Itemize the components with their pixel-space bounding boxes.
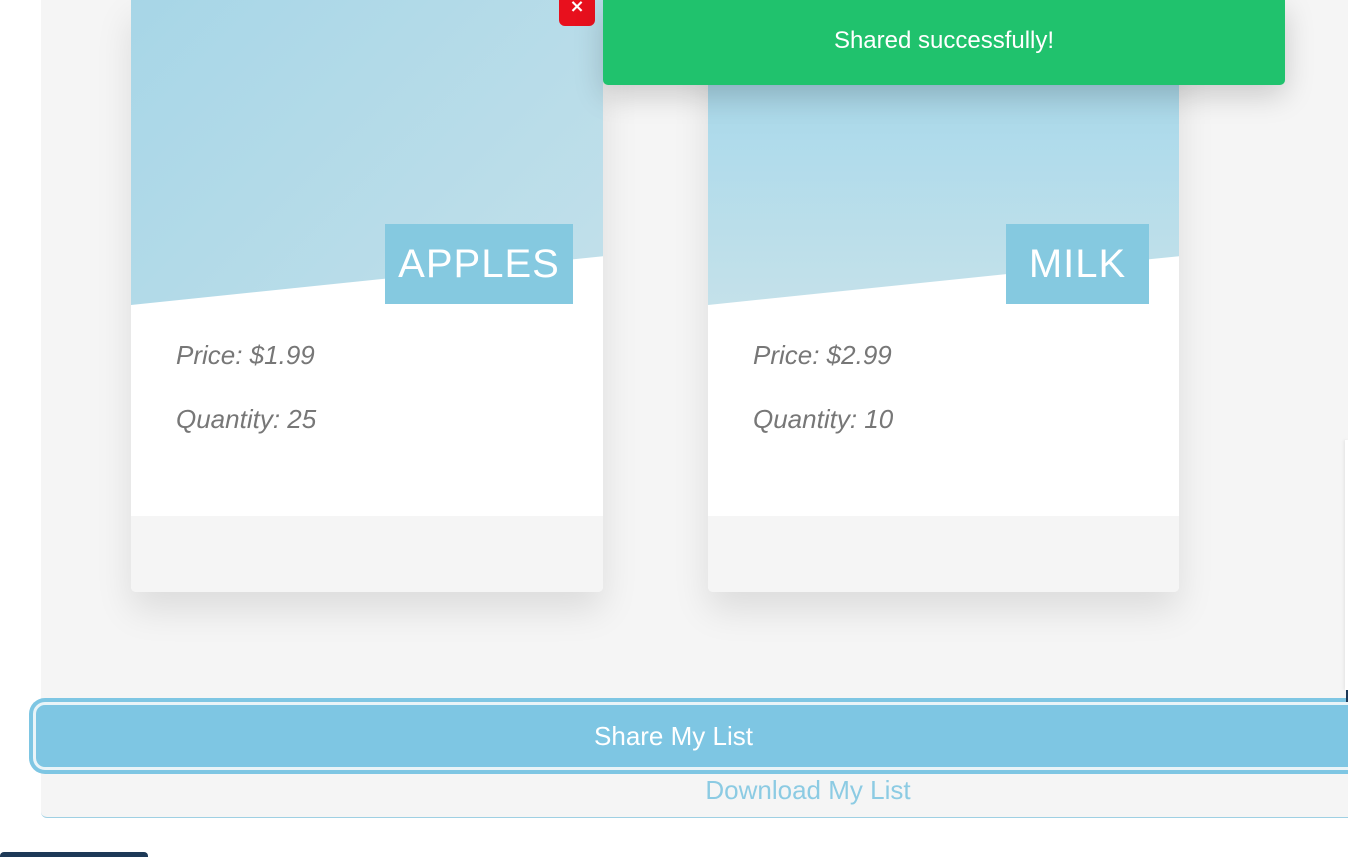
download-list-link[interactable]: Download My List — [0, 775, 1348, 806]
share-list-button[interactable]: Share My List — [33, 702, 1348, 770]
app-stage: APPLES Price: $1.99 Quantity: 25 MILK Pr… — [0, 0, 1348, 857]
item-price: Price: $1.99 — [176, 340, 315, 370]
item-card-milk[interactable]: MILK Price: $2.99 Quantity: 10 — [708, 0, 1179, 592]
item-quantity: Quantity: 25 — [176, 404, 317, 434]
item-price: Price: $2.99 — [753, 340, 892, 370]
card-footer — [131, 516, 603, 592]
item-name-tag: MILK — [1006, 224, 1149, 304]
toast-notification: Shared successfully! — [603, 0, 1285, 85]
card-footer — [708, 516, 1179, 592]
close-icon: × — [569, 0, 585, 17]
item-quantity: Quantity: 10 — [753, 404, 894, 434]
item-card-apples[interactable]: APPLES Price: $1.99 Quantity: 25 — [131, 0, 603, 592]
item-name-tag: APPLES — [385, 224, 573, 304]
download-list-label: Download My List — [705, 775, 911, 805]
remove-item-button[interactable]: × — [559, 0, 595, 26]
bottom-tab-edge — [0, 852, 148, 857]
share-list-label: Share My List — [594, 721, 753, 751]
toast-message: Shared successfully! — [833, 27, 1055, 54]
